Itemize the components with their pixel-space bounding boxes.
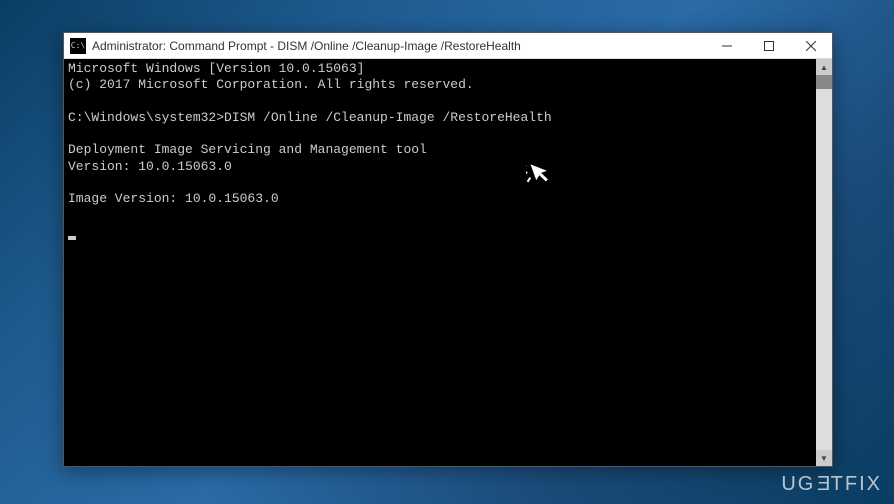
scrollbar-down-arrow[interactable]: ▼ — [816, 450, 832, 466]
app-icon: C:\ — [70, 38, 86, 54]
output-line: Image Version: 10.0.15063.0 — [68, 191, 279, 206]
prompt-line: C:\Windows\system32>DISM /Online /Cleanu… — [68, 110, 552, 125]
terminal-output[interactable]: Microsoft Windows [Version 10.0.15063] (… — [64, 59, 816, 466]
window-controls — [706, 33, 832, 58]
watermark-flipped-char: E — [815, 473, 830, 496]
scrollbar[interactable]: ▲ ▼ — [816, 59, 832, 466]
output-line: Version: 10.0.15063.0 — [68, 159, 232, 174]
close-button[interactable] — [790, 33, 832, 58]
minimize-icon — [722, 41, 732, 51]
scrollbar-thumb[interactable] — [816, 75, 832, 89]
scrollbar-up-arrow[interactable]: ▲ — [816, 59, 832, 75]
text-cursor — [68, 236, 76, 240]
window-title: Administrator: Command Prompt - DISM /On… — [92, 39, 706, 53]
output-line: Microsoft Windows [Version 10.0.15063] — [68, 61, 364, 76]
close-icon — [806, 41, 816, 51]
titlebar[interactable]: C:\ Administrator: Command Prompt - DISM… — [64, 33, 832, 59]
terminal-body: Microsoft Windows [Version 10.0.15063] (… — [64, 59, 832, 466]
watermark-text: TFIX — [831, 473, 882, 495]
maximize-button[interactable] — [748, 33, 790, 58]
maximize-icon — [764, 41, 774, 51]
minimize-button[interactable] — [706, 33, 748, 58]
watermark: UGETFIX — [781, 473, 882, 496]
output-line: Deployment Image Servicing and Managemen… — [68, 142, 427, 157]
output-line: (c) 2017 Microsoft Corporation. All righ… — [68, 77, 474, 92]
watermark-text: UG — [781, 473, 815, 495]
command-prompt-window: C:\ Administrator: Command Prompt - DISM… — [63, 32, 833, 467]
